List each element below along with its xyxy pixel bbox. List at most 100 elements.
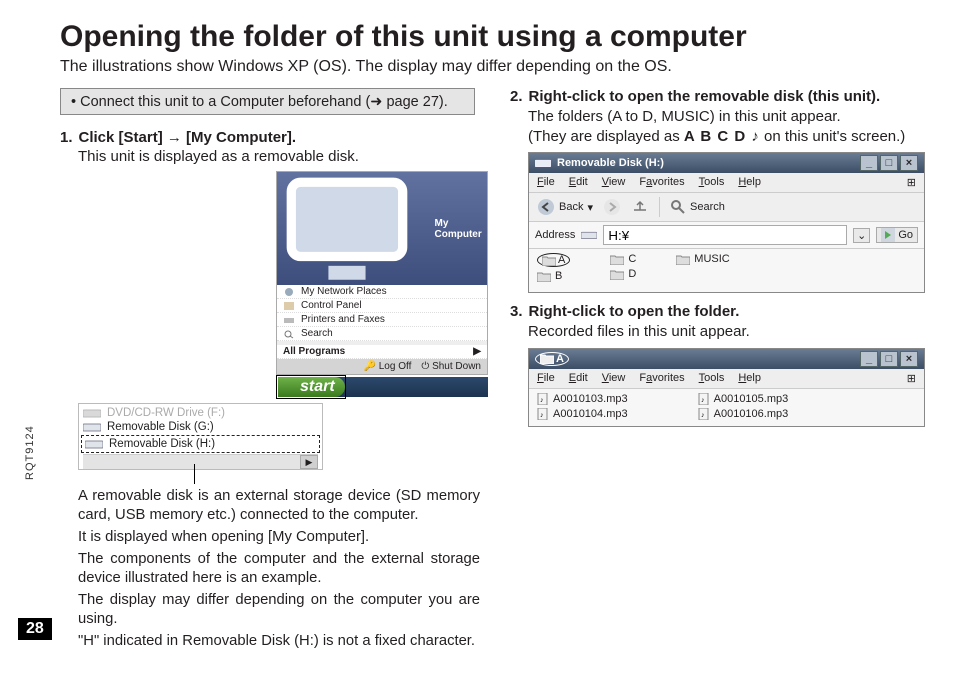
step3-sub: Recorded files in this unit appear. [528,322,930,342]
audio-file-icon: ♪ [537,393,549,405]
step2-heading: Right-click to open the removable disk (… [529,88,881,105]
left-column: • Connect this unit to a Computer before… [60,88,480,651]
arrow-icon: ➜ [370,94,382,110]
minimize-icon: _ [860,351,878,367]
my-computer-title: My Computer [277,172,487,285]
step1-p2: It is displayed when opening [My Compute… [78,528,480,547]
file-4: ♪A0010106.mp3 [698,408,789,420]
menu-tools: Tools [699,176,725,189]
search-button: Search [670,199,725,215]
note-text-a: • Connect this unit to a Computer before… [71,94,370,110]
step1-p4: The display may differ depending on the … [78,591,480,629]
maximize-icon: □ [880,155,898,171]
step1-heading: Click [Start] → [My Computer]. [79,129,297,146]
go-button: Go [876,227,918,243]
folder-icon [540,353,554,364]
figure-3-window: A _ □ × File Edit View Favorites Tools H… [528,348,925,427]
removable-icon [85,438,103,450]
figure-1: My Computer My Network Places Control Pa… [78,171,488,484]
step1-sub: This unit is displayed as a removable di… [78,148,480,165]
sm-all-programs: All Programs▶ [277,345,487,359]
dropdown-icon: ⌄ [853,228,870,243]
step2-number: 2. [510,88,523,105]
folder-b: B [537,270,570,282]
win2-menubar: File Edit View Favorites Tools Help ⊞ [529,173,924,193]
audio-file-icon: ♪ [698,393,710,405]
step2-sub2: (They are displayed as A B C D ♪ on this… [528,127,930,147]
step1-heading-row: 1. Click [Start] → [My Computer]. [60,129,480,146]
folder-icon [676,254,690,265]
search-icon [670,199,686,215]
disk-row-dvd: DVD/CD-RW Drive (F:) [83,406,318,420]
folder-c: C [610,253,636,265]
win2-toolbar: Back▾ Search [529,193,924,222]
svg-text:♪: ♪ [540,412,544,419]
sm-item-printers: Printers and Faxes [277,313,487,327]
address-input [603,225,847,245]
folder-icon [610,269,624,280]
forward-icon [603,198,621,216]
win2-addressbar: Address ⌄ Go [529,222,924,249]
menu-view: View [602,176,626,189]
menu-view: View [602,372,626,385]
menu-favorites: Favorites [639,372,684,385]
go-icon [881,228,895,242]
page-title: Opening the folder of this unit using a … [60,20,930,54]
note-text-b: page 27). [382,94,447,110]
step1-number: 1. [60,129,73,146]
folder-music: MUSIC [676,253,729,265]
manual-page: Opening the folder of this unit using a … [0,0,954,677]
folder-d: D [610,268,636,280]
menu-file: File [537,176,555,189]
step2-heading-row: 2. Right-click to open the removable dis… [510,88,930,105]
removable-icon [581,229,597,241]
callout-line [78,470,313,484]
winflag-icon: ⊞ [907,372,916,385]
win3-title: A [556,353,564,365]
menu-file: File [537,372,555,385]
maximize-icon: □ [880,351,898,367]
step1-p1: A removable disk is an external storage … [78,487,480,525]
start-menu: My Computer My Network Places Control Pa… [276,171,488,375]
folder-icon [537,271,551,282]
sm-item-search: Search [277,327,487,341]
prereq-note: • Connect this unit to a Computer before… [60,88,475,115]
scroll-right-icon: ▶ [300,455,318,469]
figure-2-window: Removable Disk (H:) _ □ × File Edit View… [528,152,925,293]
winflag-icon: ⊞ [907,176,916,189]
svg-text:♪: ♪ [540,397,544,404]
step1-p5: "H" indicated in Removable Disk (H:) is … [78,632,480,651]
sm-item-control-panel: Control Panel [277,299,487,313]
folder-icon [610,254,624,265]
step3-heading-row: 3. Right-click to open the folder. [510,303,930,320]
disk-list: DVD/CD-RW Drive (F:) Removable Disk (G:)… [78,403,323,470]
svg-text:♪: ♪ [701,412,705,419]
up-icon [631,198,649,216]
shutdown: ⏻ Shut Down [421,361,481,372]
step2-sub1: The folders (A to D, MUSIC) in this unit… [528,107,930,127]
win2-title: Removable Disk (H:) [557,157,664,169]
back-icon [537,198,555,216]
sm-item-network: My Network Places [277,285,487,299]
step1-p3: The components of the computer and the e… [78,550,480,588]
unit-screen-glyphs: A B C D ♪ [684,128,760,145]
page-subtitle: The illustrations show Windows XP (OS). … [60,58,930,76]
menu-edit: Edit [569,176,588,189]
audio-file-icon: ♪ [698,408,710,420]
file-1: ♪A0010103.mp3 [537,393,628,405]
file-3: ♪A0010105.mp3 [698,393,789,405]
removable-icon [83,421,101,433]
menu-favorites: Favorites [639,176,684,189]
menu-help: Help [738,372,761,385]
step3-number: 3. [510,303,523,320]
start-button: start [278,377,345,397]
win3-menubar: File Edit View Favorites Tools Help ⊞ [529,369,924,389]
drive-icon [83,407,101,419]
disk-row-h: Removable Disk (H:) [85,437,316,451]
minimize-icon: _ [860,155,878,171]
taskbar: start [278,377,488,397]
menu-edit: Edit [569,372,588,385]
close-icon: × [900,155,918,171]
disk-row-g: Removable Disk (G:) [83,420,318,434]
columns: • Connect this unit to a Computer before… [60,88,930,651]
